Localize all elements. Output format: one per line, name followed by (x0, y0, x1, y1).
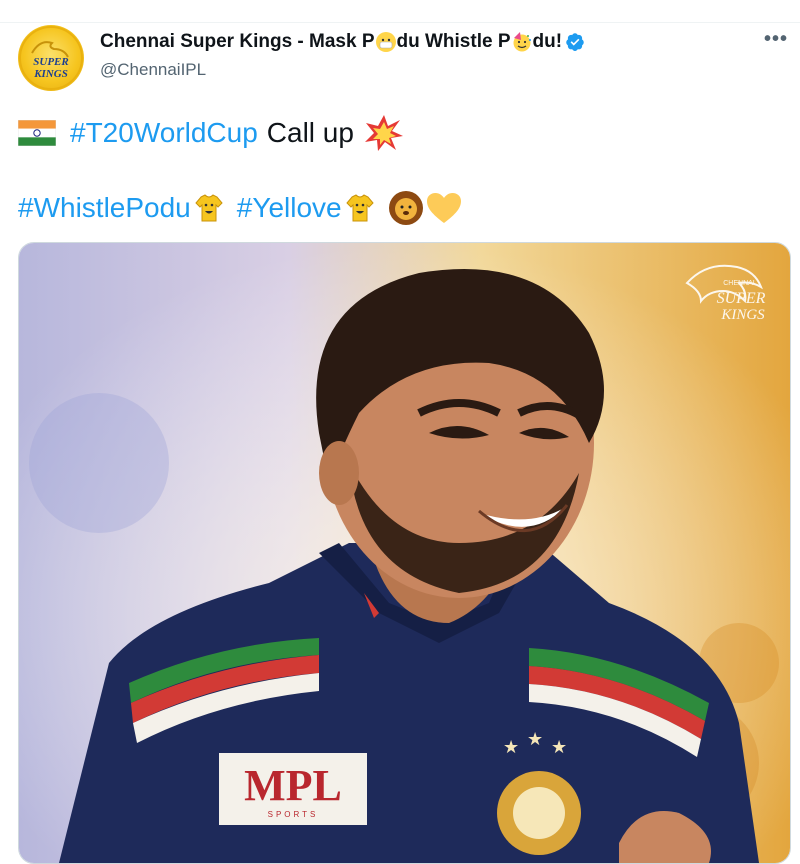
display-name-part2: du Whistle P (396, 31, 511, 52)
svg-text:MPL: MPL (244, 761, 342, 810)
display-name-part3: du! (532, 31, 563, 52)
lion-emoji-icon (388, 191, 423, 225)
party-face-emoji-icon (512, 32, 532, 52)
svg-text:SUPER: SUPER (33, 56, 68, 68)
tweet-media-image[interactable]: CHENNAI SUPER KINGS MPL SPORTS ★ ★ ★ (18, 242, 791, 864)
avatar[interactable]: SUPER KINGS (18, 25, 84, 91)
svg-text:KINGS: KINGS (33, 68, 68, 80)
top-divider (0, 0, 800, 23)
svg-text:★: ★ (503, 737, 519, 758)
tweet-text-line2: #WhistlePodu #Yellove (18, 190, 462, 226)
hashtag-t20worldcup[interactable]: #T20WorldCup (70, 117, 258, 149)
user-handle[interactable]: @ChennaiIPL (100, 60, 206, 80)
more-options-icon[interactable]: ••• (764, 28, 788, 51)
player-illustration: CHENNAI SUPER KINGS MPL SPORTS ★ ★ ★ (19, 243, 790, 863)
svg-text:★: ★ (527, 729, 543, 750)
jersey-yellow-icon (345, 194, 374, 222)
hashtag-whistlepodu[interactable]: #WhistlePodu (18, 192, 191, 224)
svg-text:SUPER: SUPER (717, 290, 766, 307)
yellow-heart-icon (426, 193, 461, 223)
jersey-yellow-icon (195, 194, 223, 222)
csk-logo-icon: SUPER KINGS (19, 26, 83, 90)
display-name-part1: Chennai Super Kings - Mask P (100, 31, 375, 52)
svg-text:CHENNAI: CHENNAI (723, 280, 755, 287)
tweet-text-line1: #T20WorldCup Call up (18, 114, 404, 152)
svg-text:SPORTS: SPORTS (268, 810, 319, 819)
tweet-text-callup: Call up (266, 117, 354, 148)
verified-badge-icon (566, 33, 584, 51)
jersey-sponsor-logo: MPL SPORTS (219, 753, 367, 825)
mask-face-emoji-icon (375, 32, 396, 52)
display-name[interactable]: Chennai Super Kings - Mask P du Whistle … (100, 31, 585, 53)
svg-text:★: ★ (551, 737, 567, 758)
india-flag-icon (18, 120, 56, 146)
svg-text:KINGS: KINGS (720, 307, 765, 323)
collision-emoji-icon (364, 115, 403, 151)
hashtag-yellove[interactable]: #Yellove (237, 192, 342, 224)
